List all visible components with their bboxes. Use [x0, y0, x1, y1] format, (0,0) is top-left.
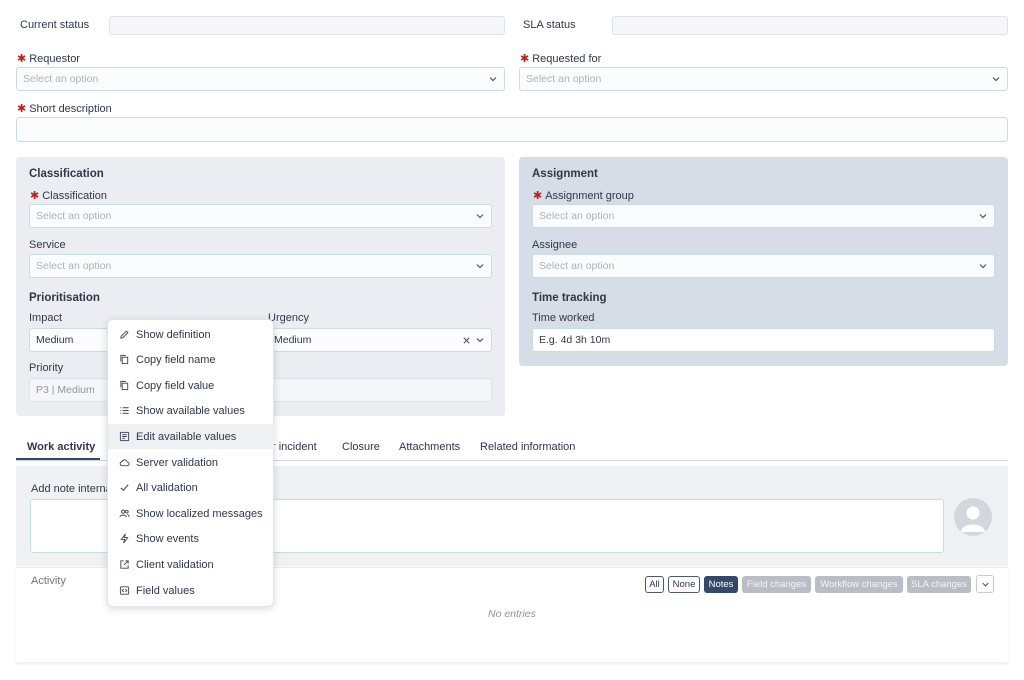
- chevron-down-icon: [979, 214, 987, 219]
- tab-attachments[interactable]: Attachments: [399, 441, 460, 453]
- context-menu: Show definition Copy field name Copy fie…: [107, 319, 274, 607]
- time-worked-input[interactable]: E.g. 4d 3h 10m: [532, 328, 995, 352]
- bolt-icon: [120, 533, 129, 544]
- short-description-label: ✱ Short description: [17, 103, 112, 115]
- impact-label: Impact: [29, 312, 63, 324]
- urgency-select[interactable]: Medium: [267, 328, 492, 352]
- priority-label: Priority: [29, 362, 64, 374]
- menu-item-all-validation[interactable]: All validation: [108, 475, 274, 500]
- edit-list-icon: [119, 431, 130, 442]
- time-tracking-title: Time tracking: [532, 292, 607, 304]
- copy-icon: [120, 380, 129, 391]
- chevron-down-icon: [476, 338, 484, 343]
- menu-item-show-localized-messages[interactable]: Show localized messages: [108, 501, 274, 526]
- current-status-label: Current status: [20, 19, 90, 31]
- chevron-down-icon: [992, 77, 1000, 82]
- tab-work-activity[interactable]: Work activity: [27, 441, 95, 453]
- classification-title: Classification: [29, 168, 104, 180]
- requested-for-select[interactable]: Select an option: [519, 67, 1008, 91]
- filter-field-changes-button[interactable]: Field changes: [742, 576, 811, 593]
- clear-icon[interactable]: [462, 336, 471, 345]
- chevron-down-icon: [489, 77, 497, 82]
- chevron-down-icon: [982, 582, 989, 587]
- menu-item-field-values[interactable]: Field values: [108, 578, 274, 603]
- list-icon: [120, 407, 129, 414]
- filter-all-button[interactable]: All: [645, 576, 664, 593]
- filter-notes-button[interactable]: Notes: [704, 576, 738, 593]
- menu-item-server-validation[interactable]: Server validation: [108, 450, 274, 475]
- classification-label: ✱ Classification: [30, 190, 108, 202]
- filter-more-button[interactable]: [976, 575, 994, 593]
- assignment-title: Assignment: [532, 168, 598, 180]
- prioritisation-title: Prioritisation: [29, 292, 100, 304]
- menu-item-show-definition[interactable]: Show definition: [108, 322, 274, 347]
- service-select[interactable]: Select an option: [29, 254, 492, 278]
- chevron-down-icon: [979, 264, 987, 269]
- tab-related-information[interactable]: Related information: [480, 441, 575, 453]
- users-icon: [119, 509, 130, 518]
- short-description-input[interactable]: [16, 117, 1008, 142]
- chevron-down-icon: [476, 264, 484, 269]
- service-label: Service: [29, 239, 66, 251]
- assignee-select[interactable]: Select an option: [532, 254, 995, 278]
- menu-item-show-events[interactable]: Show events: [108, 526, 274, 551]
- filter-workflow-changes-button[interactable]: Workflow changes: [815, 576, 903, 593]
- activity-label: Activity: [31, 575, 66, 587]
- avatar: [954, 498, 992, 536]
- cloud-icon: [119, 459, 130, 467]
- time-worked-label: Time worked: [532, 312, 595, 324]
- assignment-group-label: ✱ Assignment group: [533, 190, 634, 202]
- assignee-label: Assignee: [532, 239, 578, 251]
- copy-icon: [120, 354, 129, 365]
- user-avatar-icon: [961, 506, 985, 532]
- menu-item-edit-available-values[interactable]: Edit available values: [108, 424, 274, 449]
- pencil-icon: [120, 330, 129, 339]
- empty-state-text: No entries: [488, 608, 536, 620]
- external-link-icon: [120, 560, 129, 569]
- menu-item-copy-field-value[interactable]: Copy field value: [108, 373, 274, 398]
- tab-incident[interactable]: r incident: [272, 441, 317, 453]
- current-status-field: [109, 16, 505, 35]
- assignment-group-select[interactable]: Select an option: [532, 204, 995, 228]
- requested-for-label: ✱ Requested for: [520, 53, 602, 65]
- urgency-label: Urgency: [268, 312, 309, 324]
- menu-item-show-available-values[interactable]: Show available values: [108, 398, 274, 423]
- chevron-down-icon: [476, 214, 484, 219]
- classification-select[interactable]: Select an option: [29, 204, 492, 228]
- check-icon: [120, 484, 129, 492]
- filter-sla-changes-button[interactable]: SLA changes: [907, 576, 971, 593]
- requestor-select[interactable]: Select an option: [16, 67, 505, 91]
- filter-none-button[interactable]: None: [668, 576, 700, 593]
- requestor-label: ✱ Requestor: [17, 53, 80, 65]
- tab-closure[interactable]: Closure: [342, 441, 380, 453]
- sla-status-field: [612, 16, 1008, 35]
- note-label: Add note interna: [31, 483, 112, 495]
- sla-status-label: SLA status: [523, 19, 576, 31]
- menu-item-client-validation[interactable]: Client validation: [108, 552, 274, 577]
- code-icon: [119, 586, 130, 595]
- menu-item-copy-field-name[interactable]: Copy field name: [108, 347, 274, 372]
